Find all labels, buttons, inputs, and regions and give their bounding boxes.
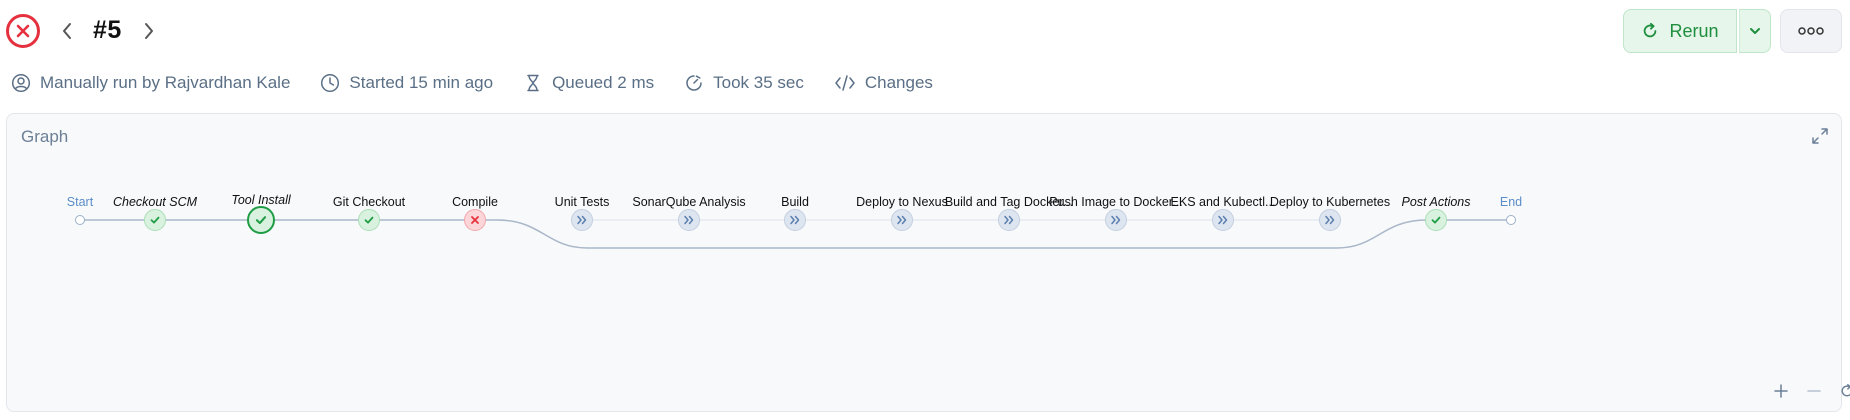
double-chevron-right-icon: [897, 215, 907, 225]
stage-node-skipped[interactable]: [1319, 209, 1341, 231]
rerun-button-group: Rerun: [1623, 9, 1771, 53]
stage-node-skipped[interactable]: [1212, 209, 1234, 231]
duration-text: Took 35 sec: [713, 73, 804, 92]
plus-icon: [1774, 384, 1788, 398]
graph-title: Graph: [21, 127, 69, 146]
zoom-out-button[interactable]: [1804, 381, 1824, 401]
previous-run-button[interactable]: [54, 17, 80, 45]
code-icon: [835, 75, 855, 91]
x-icon: [471, 216, 479, 224]
clock-icon: [321, 73, 340, 93]
stage-label: End: [1499, 195, 1523, 209]
stage-label: Deploy to Nexus: [856, 195, 948, 209]
started-item: Started 15 min ago: [320, 73, 493, 93]
pipeline-connectors: [80, 219, 1507, 249]
double-chevron-right-icon: [1111, 215, 1121, 225]
double-chevron-right-icon: [1218, 215, 1228, 225]
expand-icon[interactable]: [1811, 127, 1829, 145]
chevron-right-icon: [145, 23, 153, 39]
check-icon: [364, 216, 374, 224]
stage-node-failed[interactable]: [464, 209, 486, 231]
refresh-icon: [1644, 22, 1657, 38]
duration-item: Took 35 sec: [684, 73, 804, 93]
reset-icon: [1841, 383, 1850, 397]
check-icon: [255, 216, 267, 225]
minus-icon: [1807, 390, 1821, 392]
stage-node-success[interactable]: [144, 209, 166, 231]
connector-bypass-line: [496, 219, 1428, 249]
stage-label: Post Actions: [1401, 195, 1471, 209]
stage-node-skipped[interactable]: [998, 209, 1020, 231]
user-circle-icon: [11, 73, 31, 93]
double-chevron-right-icon: [790, 215, 800, 225]
stage-label: Checkout SCM: [112, 195, 198, 209]
stage-node-success-selected[interactable]: [247, 206, 275, 234]
triggered-by-item: Manually run by Rajvardhan Kale: [11, 73, 290, 93]
rerun-label: Rerun: [1669, 20, 1719, 41]
queued-text: Queued 2 ms: [552, 73, 655, 92]
stage-label: Start: [66, 195, 94, 209]
pipeline-graph-panel: Graph Start Checkout SCM Tool Install Git C…: [6, 113, 1850, 412]
stage-label: Git Checkout: [332, 195, 406, 209]
changes-label: Changes: [864, 73, 933, 92]
zoom-in-button[interactable]: [1771, 381, 1791, 401]
failed-status-icon: [6, 14, 40, 48]
stage-label: Unit Tests: [554, 195, 610, 209]
start-node: [75, 215, 85, 225]
double-chevron-right-icon: [1004, 215, 1014, 225]
check-icon: [1431, 216, 1441, 224]
stage-label: SonarQube Analysis: [632, 195, 746, 209]
stage-node-success[interactable]: [1425, 209, 1447, 231]
more-horizontal-icon: [1798, 27, 1824, 35]
hourglass-icon: [527, 74, 539, 92]
stage-label: Build: [781, 195, 809, 209]
check-icon: [150, 216, 160, 224]
stage-node-skipped[interactable]: [784, 209, 806, 231]
stage-label: EKS and Kubectl...: [1170, 195, 1276, 209]
changes-link[interactable]: Changes: [834, 73, 933, 93]
double-chevron-right-icon: [684, 215, 694, 225]
run-number-title: #5: [93, 16, 122, 44]
double-chevron-right-icon: [577, 215, 587, 225]
triggered-by-text: Manually run by Rajvardhan Kale: [40, 73, 291, 92]
stage-label: Push Image to Docker...: [1049, 195, 1183, 209]
chevron-down-icon: [1750, 28, 1760, 34]
stage-node-skipped[interactable]: [571, 209, 593, 231]
rerun-options-dropdown[interactable]: [1739, 9, 1771, 53]
queued-item: Queued 2 ms: [523, 73, 654, 93]
stage-node-success[interactable]: [358, 209, 380, 231]
run-header: #5 Rerun: [0, 0, 1850, 62]
reset-view-button[interactable]: [1837, 381, 1850, 401]
timer-icon: [686, 75, 702, 91]
stage-label: Tool Install: [231, 193, 291, 207]
stage-node-skipped[interactable]: [891, 209, 913, 231]
stage-label: Deploy to Kubernetes: [1269, 195, 1391, 209]
stage-label: Compile: [452, 195, 498, 209]
double-chevron-right-icon: [1325, 215, 1335, 225]
run-meta-bar: Manually run by Rajvardhan Kale Started …: [11, 70, 963, 96]
stage-node-skipped[interactable]: [678, 209, 700, 231]
next-run-button[interactable]: [136, 17, 162, 45]
rerun-button[interactable]: Rerun: [1623, 9, 1737, 53]
end-node: [1506, 215, 1516, 225]
stage-node-skipped[interactable]: [1105, 209, 1127, 231]
more-actions-button[interactable]: [1780, 9, 1842, 53]
started-text: Started 15 min ago: [349, 73, 494, 92]
chevron-left-icon: [63, 23, 71, 39]
